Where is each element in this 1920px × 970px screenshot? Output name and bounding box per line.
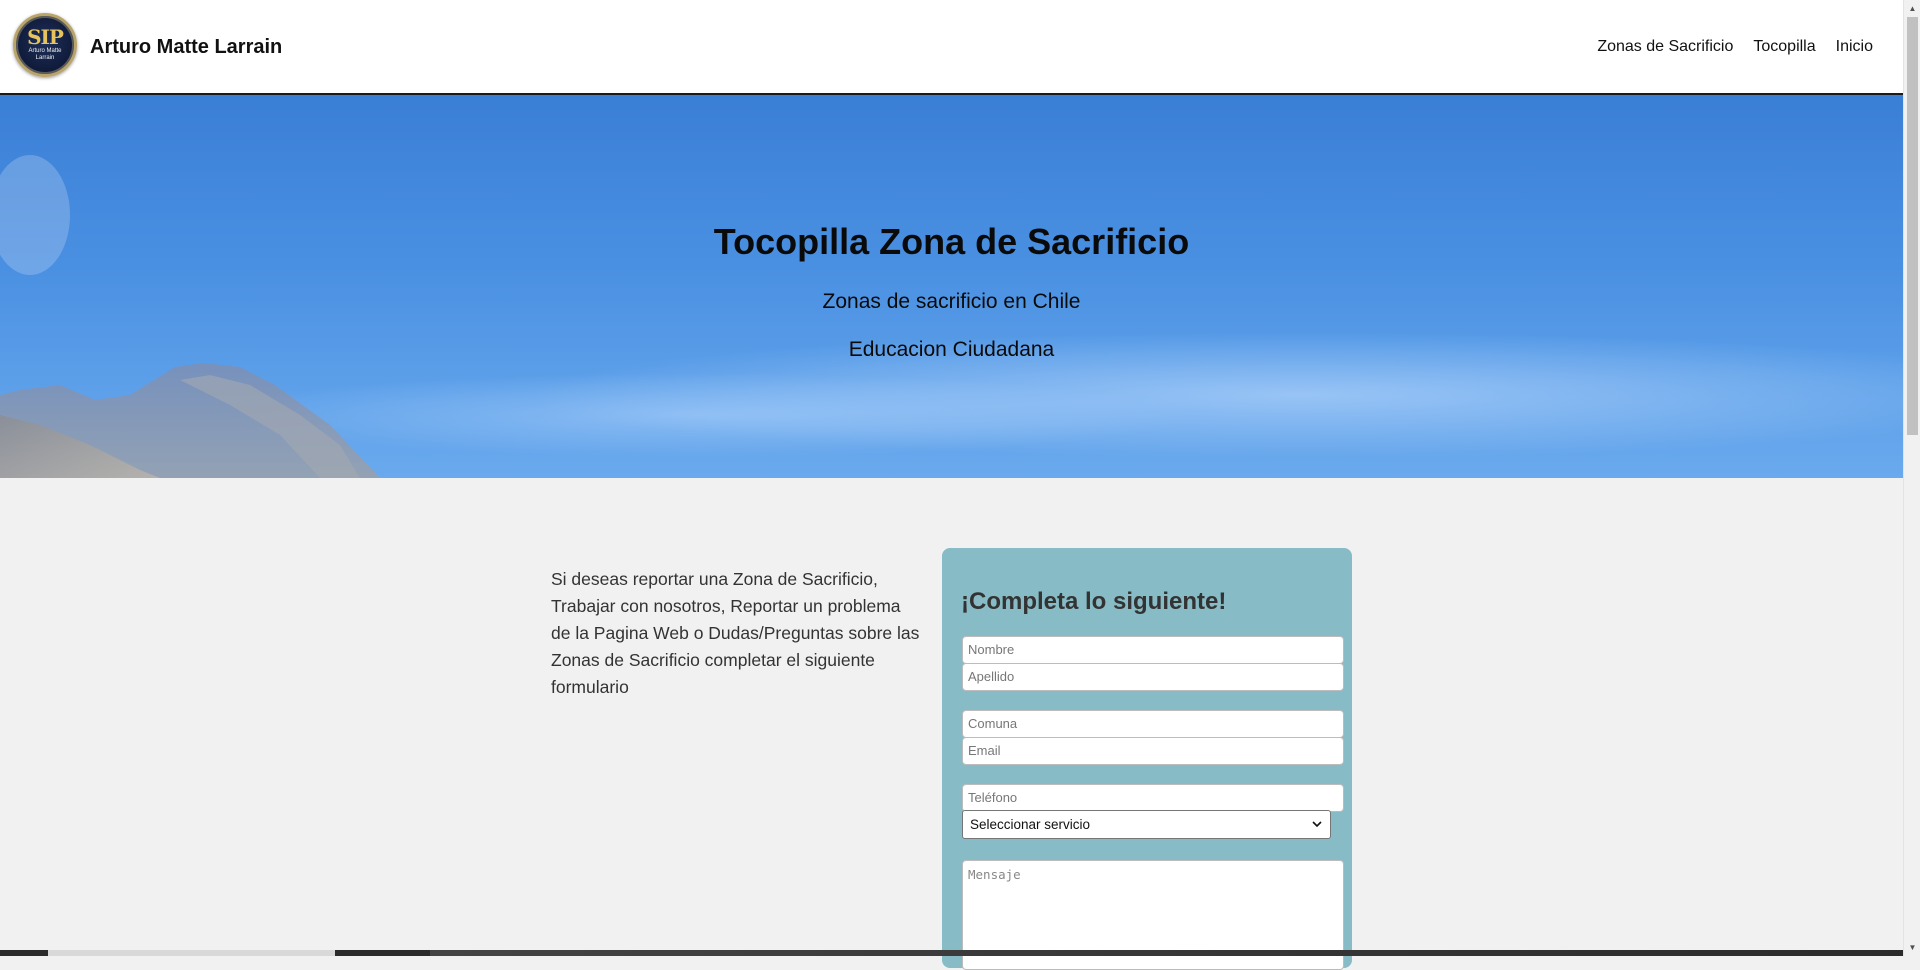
school-logo[interactable]: SIP Arturo Matte Larrain — [13, 13, 77, 77]
servicio-select[interactable]: Seleccionar servicio — [962, 810, 1331, 839]
nav-link-tocopilla[interactable]: Tocopilla — [1753, 37, 1815, 56]
nombre-field[interactable]: Nombre — [962, 636, 1344, 664]
scrollbar-thumb[interactable] — [1907, 17, 1918, 435]
hero-subtitle-secondary: Educacion Ciudadana — [848, 338, 1055, 361]
nav-link-zonas-de-sacrificio[interactable]: Zonas de Sacrificio — [1597, 37, 1733, 56]
nav-link-inicio[interactable]: Inicio — [1836, 37, 1873, 56]
hero-mountain-image — [0, 155, 380, 478]
telefono-field[interactable]: Teléfono — [962, 784, 1344, 812]
apellido-field[interactable]: Apellido — [962, 663, 1344, 691]
email-field[interactable]: Email — [962, 737, 1344, 765]
contact-form: ¡Completa lo siguiente! Nombre Apellido … — [942, 548, 1352, 970]
logo-text: SIP — [27, 25, 64, 49]
chevron-down-icon — [1312, 811, 1322, 849]
scroll-up-arrow-icon[interactable]: ▲ — [1904, 0, 1920, 17]
scroll-down-arrow-icon[interactable]: ▼ — [1904, 939, 1920, 956]
hero-banner: Tocopilla Zona de Sacrificio Zonas de sa… — [0, 95, 1903, 478]
main-nav: Zonas de Sacrificio Tocopilla Inicio — [1597, 37, 1873, 56]
logo-subtext: Arturo Matte Larrain — [28, 48, 62, 61]
comuna-field[interactable]: Comuna — [962, 710, 1344, 738]
servicio-select-value: Seleccionar servicio — [970, 817, 1091, 832]
page-bottom-strip — [0, 950, 1903, 956]
site-brand[interactable]: Arturo Matte Larrain — [90, 36, 282, 58]
hero-title: Tocopilla Zona de Sacrificio — [713, 221, 1190, 262]
contact-intro-text: Si deseas reportar una Zona de Sacrifici… — [551, 569, 920, 697]
form-title: ¡Completa lo siguiente! — [961, 588, 1227, 615]
hero-subtitle: Zonas de sacrificio en Chile — [822, 290, 1081, 313]
site-header: SIP Arturo Matte Larrain Arturo Matte La… — [0, 0, 1903, 95]
vertical-scrollbar[interactable]: ▲ ▼ — [1903, 0, 1920, 956]
